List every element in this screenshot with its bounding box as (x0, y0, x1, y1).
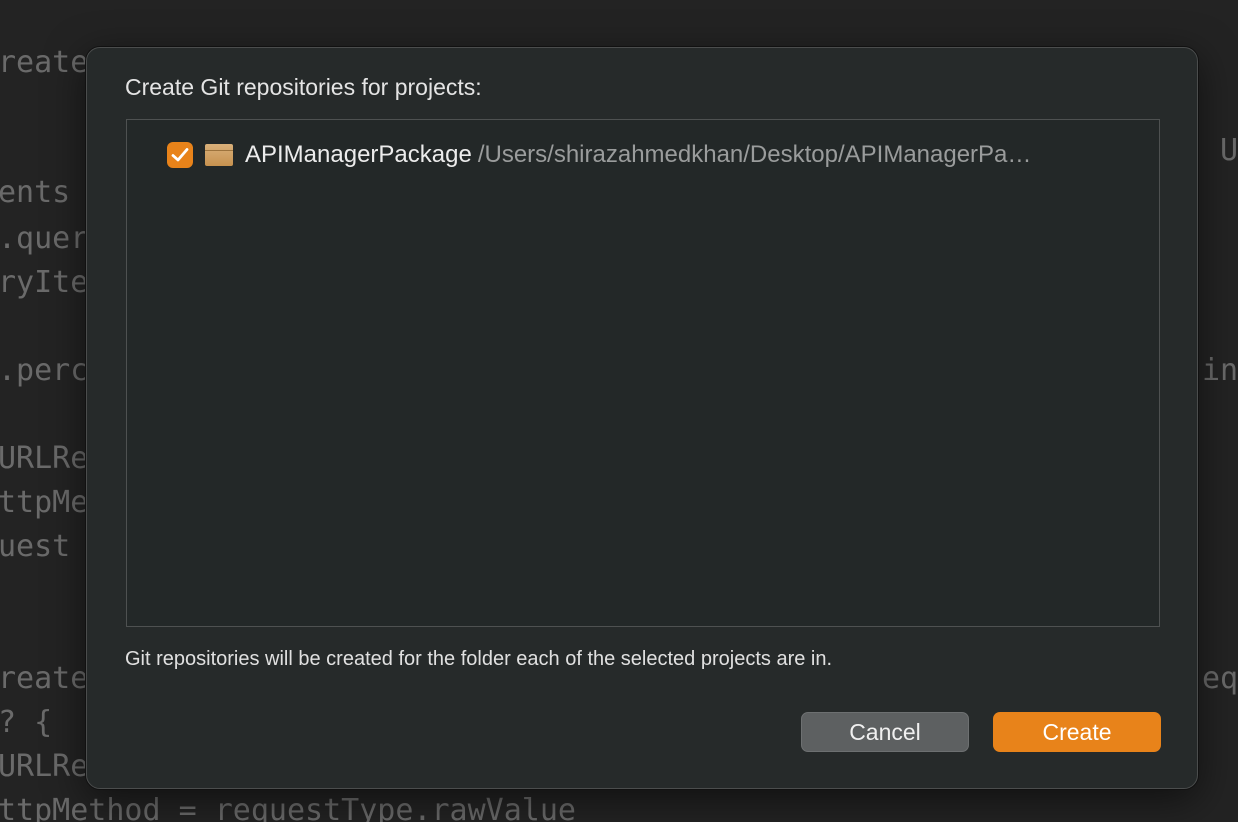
code-line: URLRe (0, 749, 89, 784)
project-checkbox[interactable] (167, 142, 193, 168)
cancel-button[interactable]: Cancel (801, 712, 969, 752)
project-row[interactable]: APIManagerPackage /Users/shirazahmedkhan… (167, 140, 1031, 170)
dialog-title: Create Git repositories for projects: (125, 74, 482, 100)
project-name: APIManagerPackage (245, 141, 472, 168)
create-git-repository-dialog: Create Git repositories for projects: AP… (86, 47, 1198, 789)
code-line: ents (0, 175, 71, 210)
package-icon (205, 144, 233, 166)
code-line: URLRe (0, 441, 89, 476)
code-line: ttpMethod = requestType.rawValue (0, 793, 576, 822)
code-line: ryIte (0, 265, 89, 300)
code-line: .perc (0, 353, 89, 388)
code-line: ttpMe (0, 485, 89, 520)
project-list[interactable]: APIManagerPackage /Users/shirazahmedkhan… (126, 119, 1160, 627)
info-text: Git repositories will be created for the… (125, 648, 833, 670)
code-line: reate (0, 45, 89, 80)
code-line: .quer (0, 221, 89, 256)
code-fragment: U (1220, 133, 1238, 168)
code-fragment: in (1202, 353, 1238, 388)
code-line: ? { (0, 705, 53, 740)
checkmark-icon (171, 148, 189, 162)
project-path: /Users/shirazahmedkhan/Desktop/APIManage… (477, 141, 1032, 168)
create-button[interactable]: Create (993, 712, 1161, 752)
code-fragment: eq (1202, 661, 1238, 696)
code-line: uest (0, 529, 71, 564)
code-line: reate (0, 661, 89, 696)
